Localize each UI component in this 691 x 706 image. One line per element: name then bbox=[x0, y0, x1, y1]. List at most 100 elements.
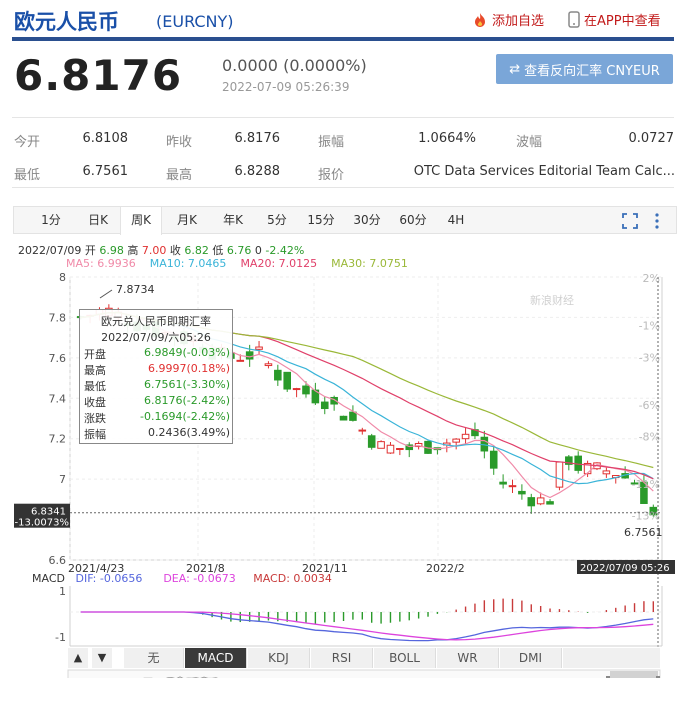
reverse-rate-button[interactable]: ⇄ 查看反向汇率 CNYEUR bbox=[496, 54, 673, 84]
candle-body bbox=[489, 450, 498, 469]
tab-yearly[interactable]: 年K bbox=[214, 207, 252, 233]
stat-amp-label: 振幅 bbox=[318, 135, 345, 150]
pct-tick-label: -3% bbox=[639, 351, 660, 364]
tooltip-row-label: 开盘 bbox=[84, 348, 106, 361]
flame-icon bbox=[475, 12, 485, 27]
fullscreen-icon[interactable] bbox=[622, 213, 638, 229]
indicator-kdj[interactable]: KDJ bbox=[248, 648, 310, 668]
tooltip-row-label: 收盘 bbox=[84, 396, 106, 409]
macd-tick-label: 1 bbox=[59, 585, 66, 598]
quote-time: 2022-07-09 05:26:39 bbox=[222, 80, 350, 94]
stats-top-divider bbox=[12, 117, 674, 118]
tooltip-row-value: 6.7561(-3.30%) bbox=[144, 378, 230, 391]
candle-body bbox=[367, 435, 376, 448]
pct-tick-label: -1% bbox=[639, 320, 660, 333]
more-icon[interactable] bbox=[654, 212, 660, 230]
stat-wave-label: 波幅 bbox=[516, 135, 543, 150]
tooltip-row-label: 振幅 bbox=[84, 428, 106, 441]
indicator-macd[interactable]: MACD bbox=[185, 648, 247, 668]
tooltip-row: 振幅 0.2436(3.49%) bbox=[84, 426, 230, 442]
tooltip-row: 开盘 6.9849(-0.03%) bbox=[84, 346, 230, 362]
candle-body bbox=[602, 470, 611, 475]
watermark: 新浪财经 bbox=[530, 293, 574, 307]
y-tick-label: 7.6 bbox=[49, 352, 67, 365]
scroll-up-button[interactable]: ▲ bbox=[68, 648, 88, 668]
open-app-button[interactable]: 在APP中查看 bbox=[568, 10, 661, 29]
candle-body bbox=[386, 444, 395, 454]
tooltip-row: 涨跌 -0.1694(-2.42%) bbox=[84, 410, 230, 426]
page-title: 欧元人民币 bbox=[14, 10, 119, 34]
indicator-dmi[interactable]: DMI bbox=[500, 648, 562, 668]
tab-15min[interactable]: 15分 bbox=[302, 207, 340, 233]
cursor-pct: -13.0073% bbox=[15, 518, 69, 529]
pct-tick-label: -11% bbox=[632, 478, 660, 491]
pct-tick-label: -13% bbox=[632, 510, 660, 523]
indicator-rsi[interactable]: RSI bbox=[311, 648, 373, 668]
stat-low: 6.7561 bbox=[82, 164, 129, 179]
candle-body bbox=[320, 401, 329, 410]
ohlc-open-label: 开 bbox=[84, 244, 96, 257]
add-favorite-label: 添加自选 bbox=[492, 14, 545, 29]
candle-body bbox=[555, 461, 564, 488]
reverse-rate-label: 查看反向汇率 CNYEUR bbox=[524, 63, 660, 79]
stat-amp: 1.0664% bbox=[418, 131, 476, 146]
tab-30min[interactable]: 30分 bbox=[348, 207, 386, 233]
tooltip-row-label: 最低 bbox=[84, 380, 106, 393]
candle-body bbox=[245, 351, 254, 360]
max-marker bbox=[99, 289, 113, 299]
stat-open-label: 今开 bbox=[14, 135, 41, 150]
tooltip-row-value: 6.9997(0.18%) bbox=[147, 362, 230, 375]
navigator bbox=[67, 669, 661, 678]
symbol-code: (EURCNY) bbox=[156, 12, 234, 31]
indicator-boll[interactable]: BOLL bbox=[374, 648, 436, 668]
cursor-price: 6.8341 bbox=[31, 507, 66, 518]
stat-prev: 6.8176 bbox=[234, 131, 281, 146]
tooltip-row-value: 6.8176(-2.42%) bbox=[144, 394, 230, 407]
macd-dea: DEA: -0.0673 bbox=[163, 572, 236, 585]
x-tick-label: 2022/2 bbox=[426, 562, 465, 575]
stat-wave: 0.0727 bbox=[628, 131, 675, 146]
ohlc-tooltip: 欧元兑人民币即期汇率 2022/07/09/六05:26 开盘 6.9849(-0… bbox=[79, 309, 233, 444]
tooltip-row: 最低 6.7561(-3.30%) bbox=[84, 378, 230, 394]
candle-body bbox=[499, 481, 507, 485]
tooltip-title: 欧元兑人民币即期汇率 bbox=[101, 315, 211, 328]
candle-body bbox=[358, 429, 367, 432]
candle-body bbox=[283, 371, 291, 390]
candle-body bbox=[518, 490, 526, 495]
open-app-label: 在APP中查看 bbox=[584, 14, 661, 29]
indicator-none[interactable]: 无 bbox=[124, 648, 184, 668]
tab-60min[interactable]: 60分 bbox=[394, 207, 432, 233]
ohlc-close: 6.82 bbox=[184, 244, 209, 257]
candle-body bbox=[339, 415, 348, 421]
pct-tick-label: -8% bbox=[639, 430, 660, 443]
ohlc-high: 7.00 bbox=[141, 244, 167, 257]
indicator-spacer bbox=[563, 648, 660, 668]
candle-body bbox=[574, 455, 582, 471]
current-price: 6.8176 bbox=[14, 51, 183, 100]
stat-high: 6.8288 bbox=[234, 164, 281, 179]
tab-4h[interactable]: 4H bbox=[440, 207, 472, 233]
ohlc-pct: -2.42% bbox=[265, 244, 305, 257]
dif-line bbox=[80, 611, 654, 642]
stat-prev-label: 昨收 bbox=[166, 135, 193, 150]
candle-body bbox=[527, 497, 536, 507]
tab-5min[interactable]: 5分 bbox=[260, 207, 294, 233]
stat-high-label: 最高 bbox=[166, 168, 193, 183]
tab-1min[interactable]: 1分 bbox=[34, 207, 68, 233]
ohlc-low-label: 低 bbox=[212, 244, 224, 257]
candle-body bbox=[349, 411, 357, 421]
stat-quoter: OTC Data Services Editorial Team Calc... bbox=[413, 164, 675, 179]
scroll-down-button[interactable]: ▼ bbox=[92, 648, 112, 668]
tab-daily[interactable]: 日K bbox=[80, 207, 116, 233]
add-favorite-button[interactable]: 添加自选 bbox=[472, 10, 544, 29]
indicator-wr[interactable]: WR bbox=[437, 648, 499, 668]
tab-weekly[interactable]: 周K bbox=[120, 207, 162, 235]
candle-body bbox=[264, 363, 273, 367]
pct-tick-label: 2% bbox=[643, 272, 660, 285]
ohlc-date: 2022/07/09 bbox=[18, 244, 82, 257]
y-tick-label: 7.4 bbox=[49, 392, 67, 405]
pct-tick-label: -6% bbox=[639, 399, 660, 412]
stat-low-label: 最低 bbox=[14, 168, 41, 183]
tab-monthly[interactable]: 月K bbox=[168, 207, 206, 233]
indicator-bar: ▲ ▼ 无 MACD KDJ RSI BOLL WR DMI bbox=[68, 648, 660, 668]
